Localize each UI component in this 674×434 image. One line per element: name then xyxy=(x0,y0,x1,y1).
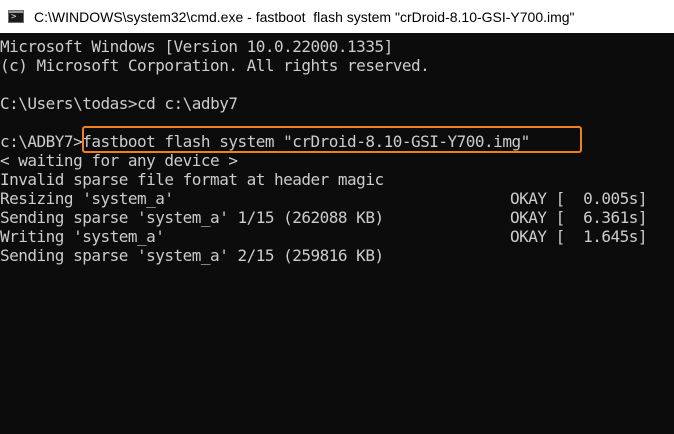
version-line: Microsoft Windows [Version 10.0.22000.13… xyxy=(0,37,393,56)
output-message: Sending sparse 'system_a' 1/15 (262088 K… xyxy=(0,208,384,227)
output-message: Sending sparse 'system_a' 2/15 (259816 K… xyxy=(0,246,384,265)
cmd-icon xyxy=(8,10,24,23)
output-message: < waiting for any device > xyxy=(0,151,238,170)
output-status: OKAY [ 6.361s] xyxy=(510,208,648,227)
terminal-window: C:\WINDOWS\system32\cmd.exe - fastboot f… xyxy=(0,0,674,434)
output-line: Sending sparse 'system_a' 1/15 (262088 K… xyxy=(0,208,674,227)
output-line: < waiting for any device > xyxy=(0,151,674,170)
flash-prompt-line: c:\ADBY7>fastboot flash system "crDroid-… xyxy=(0,132,674,151)
output-status: OKAY [ 1.645s] xyxy=(510,227,648,246)
output-message: Writing 'system_a' xyxy=(0,227,165,246)
flash-prompt: c:\ADBY7> xyxy=(0,132,83,151)
output-line: Invalid sparse file format at header mag… xyxy=(0,170,674,189)
output-message: Invalid sparse file format at header mag… xyxy=(0,170,384,189)
output-line: Resizing 'system_a' OKAY [ 0.005s] xyxy=(0,189,674,208)
copyright-line: (c) Microsoft Corporation. All rights re… xyxy=(0,56,430,75)
cd-command: cd c:\adby7 xyxy=(137,94,238,113)
console-output[interactable]: Microsoft Windows [Version 10.0.22000.13… xyxy=(0,37,674,434)
output-line: Writing 'system_a' OKAY [ 1.645s] xyxy=(0,227,674,246)
cd-prompt-line: C:\Users\todas>cd c:\adby7 xyxy=(0,94,674,113)
output-line: Sending sparse 'system_a' 2/15 (259816 K… xyxy=(0,246,674,265)
window-title: C:\WINDOWS\system32\cmd.exe - fastboot f… xyxy=(34,8,575,25)
output-message: Resizing 'system_a' xyxy=(0,189,174,208)
flash-command: fastboot flash system "crDroid-8.10-GSI-… xyxy=(82,132,530,151)
cd-prompt: C:\Users\todas> xyxy=(0,94,138,113)
output-status: OKAY [ 0.005s] xyxy=(510,189,648,208)
title-bar[interactable]: C:\WINDOWS\system32\cmd.exe - fastboot f… xyxy=(0,0,674,33)
